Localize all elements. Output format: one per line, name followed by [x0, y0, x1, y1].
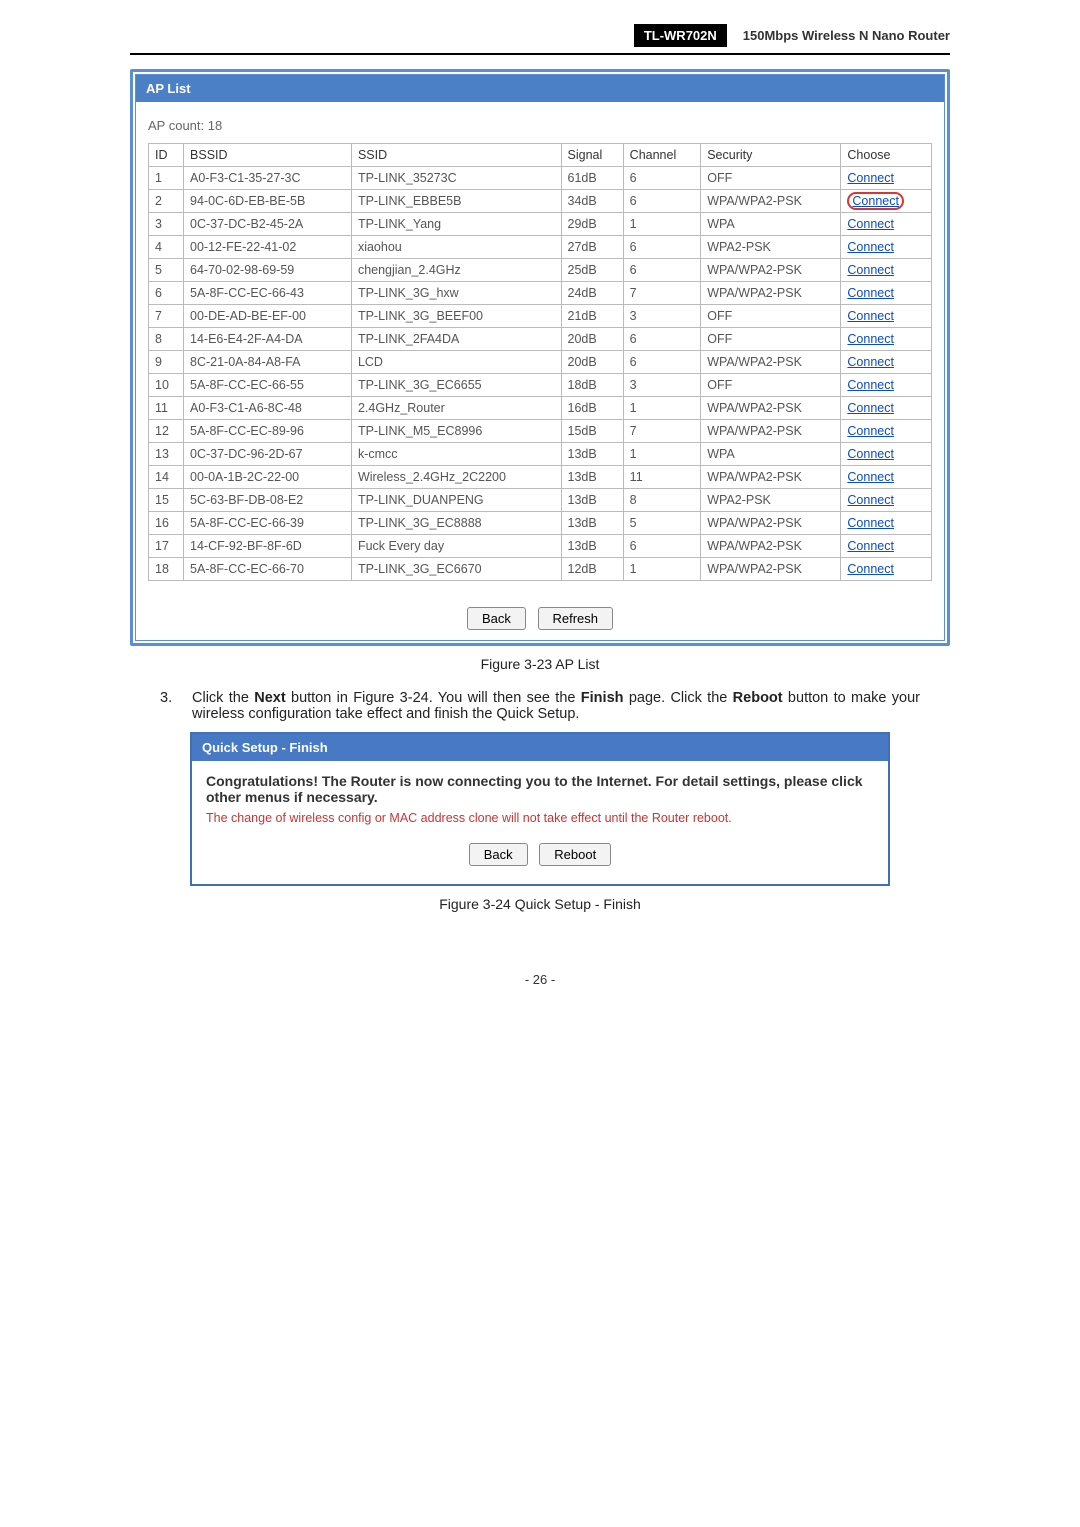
table-row: 155C-63-BF-DB-08-E2TP-LINK_DUANPENG13dB8… — [149, 489, 932, 512]
connect-link[interactable]: Connect — [847, 516, 894, 530]
table-row: 1714-CF-92-BF-8F-6DFuck Every day13dB6WP… — [149, 535, 932, 558]
connect-link[interactable]: Connect — [847, 171, 894, 185]
table-row: 185A-8F-CC-EC-66-70TP-LINK_3G_EC667012dB… — [149, 558, 932, 581]
connect-link[interactable]: Connect — [847, 332, 894, 346]
connect-link[interactable]: Connect — [847, 240, 894, 254]
col-security: Security — [701, 144, 841, 167]
model-badge: TL-WR702N — [634, 24, 727, 47]
table-row: 130C-37-DC-96-2D-67k-cmcc13dB1WPAConnect — [149, 443, 932, 466]
table-row: 105A-8F-CC-EC-66-55TP-LINK_3G_EC665518dB… — [149, 374, 932, 397]
table-row: 814-E6-E4-2F-A4-DATP-LINK_2FA4DA20dB6OFF… — [149, 328, 932, 351]
table-row: 11A0-F3-C1-A6-8C-482.4GHz_Router16dB1WPA… — [149, 397, 932, 420]
col-ssid: SSID — [351, 144, 561, 167]
ap-count-label: AP count: 18 — [148, 118, 932, 133]
refresh-button[interactable]: Refresh — [538, 607, 614, 630]
step-text: button in Figure 3-24. You will then see… — [286, 690, 581, 706]
connect-link[interactable]: Connect — [847, 192, 904, 210]
connect-link[interactable]: Connect — [847, 562, 894, 576]
warning-text: The change of wireless config or MAC add… — [206, 811, 874, 825]
quick-setup-finish-panel: Quick Setup - Finish Congratulations! Th… — [190, 732, 890, 886]
connect-link[interactable]: Connect — [847, 424, 894, 438]
step-text: Click the — [192, 690, 254, 706]
table-row: 400-12-FE-22-41-02xiaohou27dB6WPA2-PSKCo… — [149, 236, 932, 259]
table-row: 98C-21-0A-84-A8-FALCD20dB6WPA/WPA2-PSKCo… — [149, 351, 932, 374]
connect-link[interactable]: Connect — [847, 217, 894, 231]
connect-link[interactable]: Connect — [847, 470, 894, 484]
back-button[interactable]: Back — [467, 607, 526, 630]
congrats-text: Congratulations! The Router is now conne… — [206, 773, 874, 805]
col-choose: Choose — [841, 144, 932, 167]
table-row: 700-DE-AD-BE-EF-00TP-LINK_3G_BEEF0021dB3… — [149, 305, 932, 328]
connect-link[interactable]: Connect — [847, 263, 894, 277]
step-3-text: 3. Click the Next button in Figure 3-24.… — [160, 690, 920, 722]
page-number: - 26 - — [130, 972, 950, 987]
col-channel: Channel — [623, 144, 701, 167]
col-signal: Signal — [561, 144, 623, 167]
reboot-bold: Reboot — [733, 690, 783, 706]
connect-link[interactable]: Connect — [847, 493, 894, 507]
step-number: 3. — [160, 690, 178, 722]
ap-list-title: AP List — [136, 75, 944, 102]
step-text: page. Click the — [624, 690, 733, 706]
figure-3-24-caption: Figure 3-24 Quick Setup - Finish — [130, 896, 950, 912]
connect-link[interactable]: Connect — [847, 447, 894, 461]
connect-link[interactable]: Connect — [847, 355, 894, 369]
col-bssid: BSSID — [184, 144, 352, 167]
ap-list-panel: AP List AP count: 18 IDBSSIDSSIDSignalCh… — [130, 69, 950, 646]
connect-link[interactable]: Connect — [847, 309, 894, 323]
table-row: 125A-8F-CC-EC-89-96TP-LINK_M5_EC899615dB… — [149, 420, 932, 443]
connect-link[interactable]: Connect — [847, 539, 894, 553]
header-title: 150Mbps Wireless N Nano Router — [743, 28, 950, 43]
table-row: 165A-8F-CC-EC-66-39TP-LINK_3G_EC888813dB… — [149, 512, 932, 535]
table-row: 30C-37-DC-B2-45-2ATP-LINK_Yang29dB1WPACo… — [149, 213, 932, 236]
connect-link[interactable]: Connect — [847, 286, 894, 300]
connect-link[interactable]: Connect — [847, 378, 894, 392]
table-row: 1A0-F3-C1-35-27-3CTP-LINK_35273C61dB6OFF… — [149, 167, 932, 190]
table-row: 564-70-02-98-69-59chengjian_2.4GHz25dB6W… — [149, 259, 932, 282]
finish-bold: Finish — [581, 690, 624, 706]
next-bold: Next — [254, 690, 285, 706]
connect-link[interactable]: Connect — [847, 401, 894, 415]
col-id: ID — [149, 144, 184, 167]
table-row: 1400-0A-1B-2C-22-00Wireless_2.4GHz_2C220… — [149, 466, 932, 489]
back-button[interactable]: Back — [469, 843, 528, 866]
table-row: 65A-8F-CC-EC-66-43TP-LINK_3G_hxw24dB7WPA… — [149, 282, 932, 305]
table-row: 294-0C-6D-EB-BE-5BTP-LINK_EBBE5B34dB6WPA… — [149, 190, 932, 213]
ap-table: IDBSSIDSSIDSignalChannelSecurityChoose 1… — [148, 143, 932, 581]
page-header: TL-WR702N 150Mbps Wireless N Nano Router — [130, 20, 950, 55]
figure-3-23-caption: Figure 3-23 AP List — [130, 656, 950, 672]
finish-panel-title: Quick Setup - Finish — [192, 734, 888, 761]
reboot-button[interactable]: Reboot — [539, 843, 611, 866]
